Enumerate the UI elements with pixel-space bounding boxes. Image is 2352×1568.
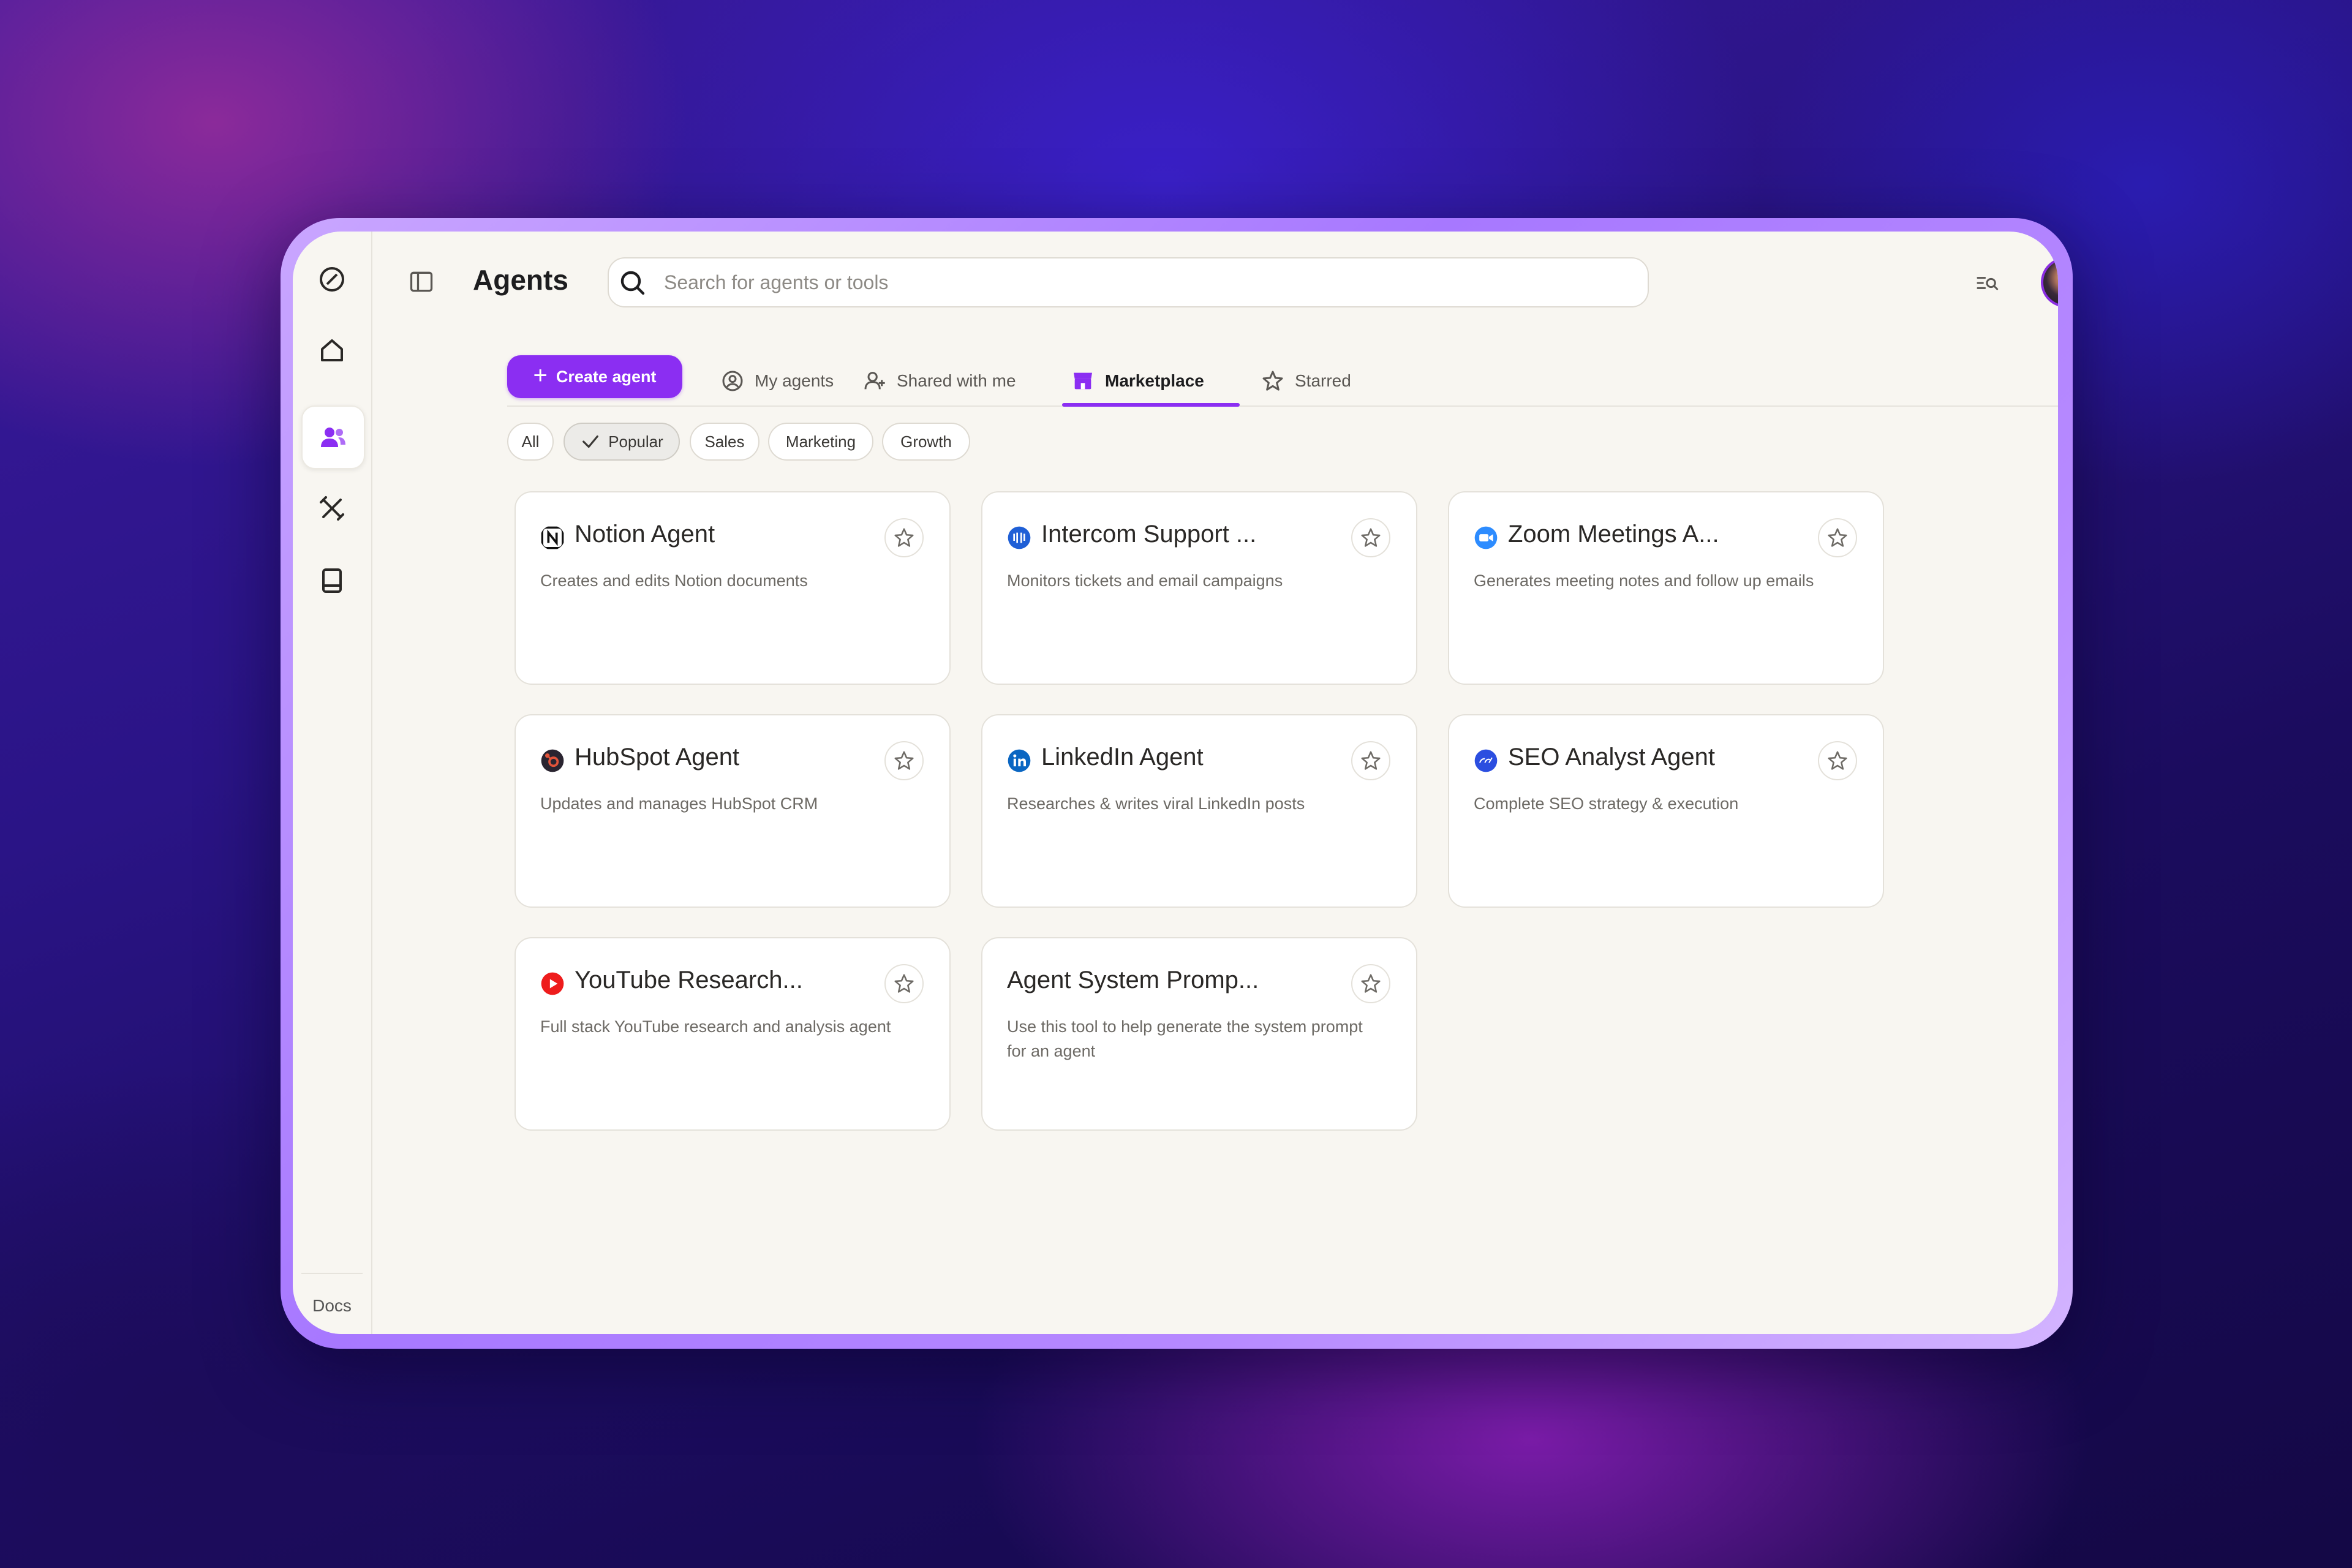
star-button[interactable] (1351, 518, 1390, 557)
star-button[interactable] (884, 518, 924, 557)
ahrefs-logo-icon (1474, 749, 1498, 772)
tab-label: My agents (755, 371, 834, 390)
page-title: Agents (473, 264, 568, 296)
star-icon (1361, 974, 1381, 993)
agent-card-zoom[interactable]: Zoom Meetings A... Generates meeting not… (1448, 491, 1884, 685)
tabs-divider (507, 405, 2058, 407)
star-icon (894, 528, 914, 547)
tools-icon (320, 496, 344, 521)
user-share-icon (864, 372, 885, 390)
card-description: Researches & writes viral LinkedIn posts (1007, 794, 1305, 813)
avatar[interactable] (2041, 257, 2058, 307)
agent-card-intercom[interactable]: Intercom Support ... Monitors tickets an… (981, 491, 1417, 685)
card-title: YouTube Research... (575, 967, 803, 993)
linkedin-logo-icon (1008, 749, 1031, 772)
create-agent-label: Create agent (556, 367, 657, 386)
chip-label: Popular (608, 432, 663, 451)
sidebar-item-agents[interactable] (301, 405, 365, 469)
tab-shared-with-me[interactable]: Shared with me (862, 356, 1016, 405)
card-description: Monitors tickets and email campaigns (1007, 571, 1283, 590)
tab-label: Starred (1295, 371, 1351, 390)
star-icon (1828, 528, 1847, 547)
home-icon (321, 339, 343, 361)
agent-card-linkedin[interactable]: LinkedIn Agent Researches & writes viral… (981, 714, 1417, 908)
card-title: LinkedIn Agent (1041, 744, 1204, 771)
star-button[interactable] (884, 964, 924, 1003)
chip-label: Sales (704, 432, 745, 451)
intercom-logo-icon (1008, 526, 1031, 549)
chip-label: Growth (900, 432, 952, 451)
star-icon (894, 974, 914, 993)
card-description: Full stack YouTube research and analysis… (540, 1017, 891, 1036)
users-icon (321, 428, 345, 447)
store-icon (1074, 372, 1092, 390)
notion-logo-icon (541, 526, 564, 549)
star-button[interactable] (1818, 518, 1857, 557)
star-icon (1828, 751, 1847, 770)
card-description: Use this tool to help generate the syste… (1007, 1017, 1363, 1060)
card-title: Zoom Meetings A... (1508, 521, 1719, 548)
docs-link[interactable]: Docs (293, 1296, 371, 1316)
panel-toggle-icon[interactable] (408, 268, 435, 295)
logo-icon[interactable] (301, 249, 363, 310)
sidebar: Docs (293, 232, 372, 1334)
chip-label: All (521, 432, 540, 451)
star-icon (1262, 371, 1283, 391)
search-input[interactable] (663, 270, 1584, 295)
zoom-logo-icon (1474, 526, 1498, 549)
card-description: Creates and edits Notion documents (540, 571, 808, 590)
star-button[interactable] (1351, 964, 1390, 1003)
search-bar[interactable] (608, 257, 1649, 307)
tab-my-agents[interactable]: My agents (720, 356, 834, 405)
card-title: Agent System Promp... (1007, 967, 1259, 993)
filter-chip-all[interactable]: All (507, 423, 554, 461)
tab-label: Marketplace (1105, 371, 1204, 390)
agent-card-notion[interactable]: Notion Agent Creates and edits Notion do… (514, 491, 951, 685)
agent-card-system-prompt[interactable]: Agent System Promp... Use this tool to h… (981, 937, 1417, 1131)
sidebar-item-library[interactable] (301, 550, 363, 611)
filter-chip-sales[interactable]: Sales (690, 423, 760, 461)
card-title: SEO Analyst Agent (1508, 744, 1715, 771)
search-icon (620, 271, 645, 295)
star-button[interactable] (1818, 741, 1857, 780)
sidebar-item-home[interactable] (301, 320, 363, 381)
youtube-logo-icon (541, 972, 564, 995)
star-icon (1361, 751, 1381, 770)
filter-chip-growth[interactable]: Growth (882, 423, 970, 461)
card-title: Notion Agent (575, 521, 715, 548)
card-title: HubSpot Agent (575, 744, 740, 771)
filter-search-icon[interactable] (1975, 271, 1999, 295)
plus-icon: + (533, 362, 548, 389)
agent-card-youtube[interactable]: YouTube Research... Full stack YouTube r… (514, 937, 951, 1131)
sidebar-item-tools[interactable] (301, 478, 363, 539)
main-content: Agents + Create agent My agents Shared w… (371, 232, 2058, 1334)
create-agent-button[interactable]: + Create agent (507, 355, 682, 398)
app-window: Docs Agents + Create agent My agents Sha… (293, 232, 2058, 1334)
star-button[interactable] (1351, 741, 1390, 780)
card-title: Intercom Support ... (1041, 521, 1257, 548)
user-circle-icon (722, 371, 743, 391)
active-tab-indicator (1062, 403, 1240, 407)
chip-label: Marketing (785, 432, 856, 451)
agent-card-seo[interactable]: SEO Analyst Agent Complete SEO strategy … (1448, 714, 1884, 908)
filter-chip-marketing[interactable]: Marketing (768, 423, 873, 461)
sidebar-divider (301, 1273, 363, 1274)
card-description: Updates and manages HubSpot CRM (540, 794, 818, 813)
tab-label: Shared with me (897, 371, 1016, 390)
check-icon (582, 435, 599, 448)
tab-starred[interactable]: Starred (1261, 356, 1351, 405)
book-icon (322, 568, 342, 593)
hubspot-logo-icon (541, 749, 564, 772)
tab-marketplace[interactable]: Marketplace (1071, 356, 1204, 405)
filter-chip-popular[interactable]: Popular (564, 423, 680, 461)
card-description: Complete SEO strategy & execution (1474, 794, 1739, 813)
card-description: Generates meeting notes and follow up em… (1474, 571, 1814, 590)
star-button[interactable] (884, 741, 924, 780)
agent-card-hubspot[interactable]: HubSpot Agent Updates and manages HubSpo… (514, 714, 951, 908)
star-icon (894, 751, 914, 770)
star-icon (1361, 528, 1381, 547)
